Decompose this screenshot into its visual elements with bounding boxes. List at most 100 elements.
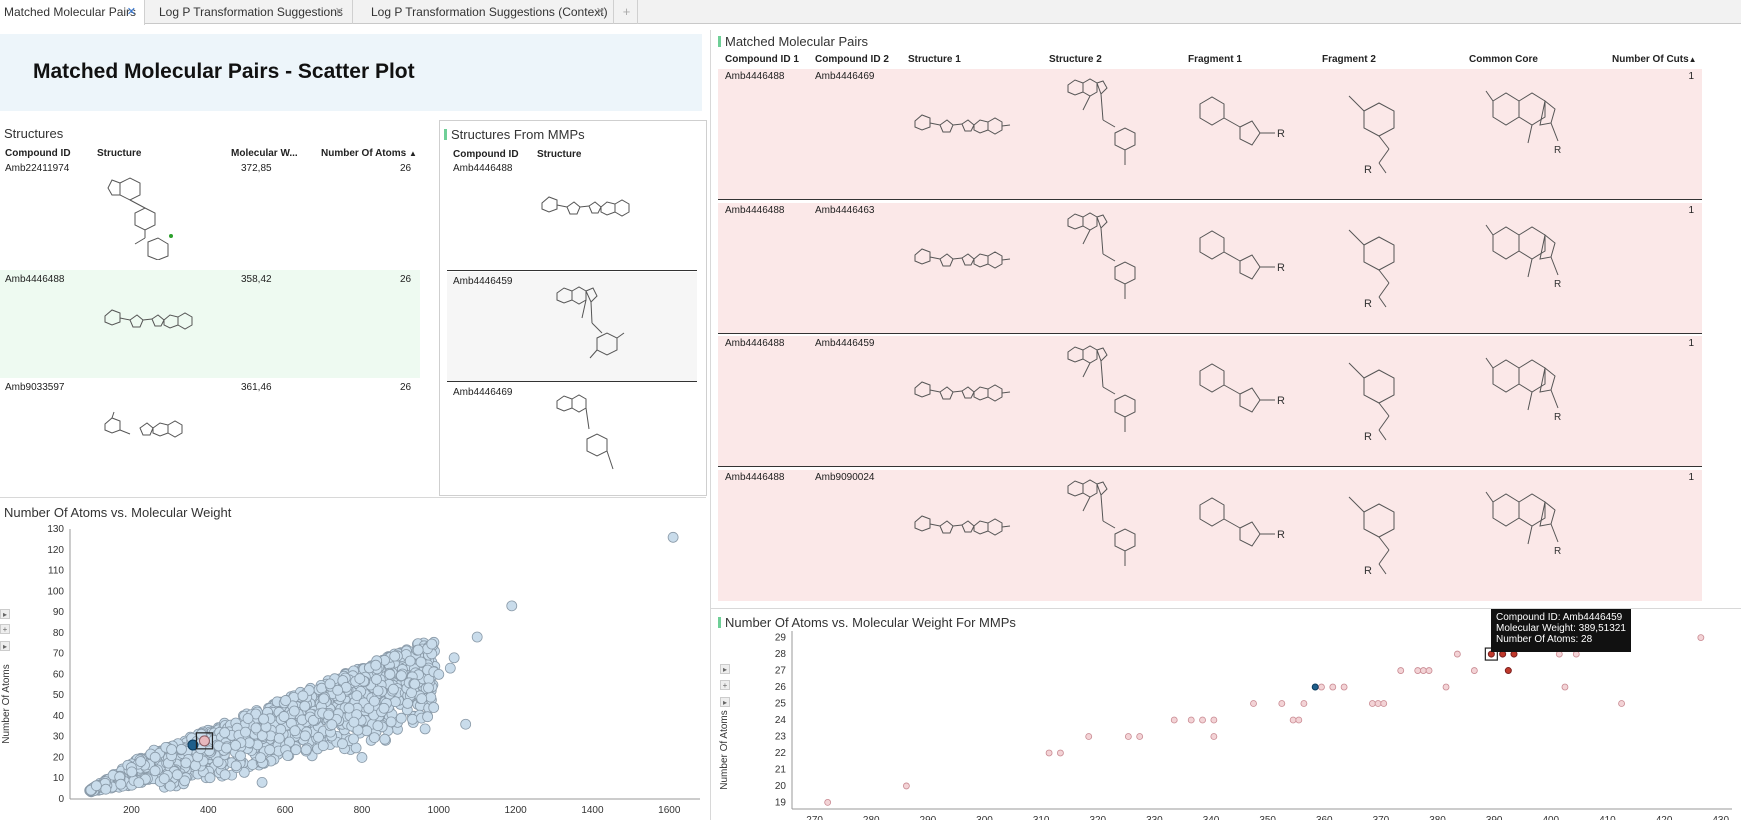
col-compound-id-1[interactable]: Compound ID 1 xyxy=(725,54,799,65)
data-point[interactable] xyxy=(506,600,518,612)
data-point[interactable] xyxy=(288,705,300,717)
tab-logp-transformation-context[interactable]: Log P Transformation Suggestions (Contex… xyxy=(367,0,614,24)
data-point[interactable] xyxy=(230,739,242,751)
data-point[interactable] xyxy=(1199,716,1206,724)
data-point[interactable] xyxy=(426,638,438,650)
data-point[interactable] xyxy=(289,725,301,737)
data-point[interactable] xyxy=(423,682,434,694)
data-point[interactable] xyxy=(247,759,258,771)
col-structure[interactable]: Structure xyxy=(537,149,581,160)
table-row[interactable]: Amb22411974 372,85 26 xyxy=(0,163,420,268)
data-point[interactable] xyxy=(176,743,187,755)
data-point[interactable] xyxy=(425,691,437,703)
zoom-in-icon[interactable]: + xyxy=(0,624,10,634)
data-point[interactable] xyxy=(372,685,384,697)
data-point[interactable] xyxy=(444,662,456,674)
data-point[interactable] xyxy=(297,690,309,702)
scatter-plot-1[interactable]: 0 10 20 30 40 50 60 70 80 90 100 110 120 130 200 400 600… xyxy=(0,519,706,820)
data-point[interactable] xyxy=(149,751,161,763)
data-point[interactable] xyxy=(100,783,112,795)
data-point[interactable] xyxy=(1329,683,1337,691)
data-point[interactable] xyxy=(317,740,329,752)
data-point[interactable] xyxy=(348,716,360,728)
data-point[interactable] xyxy=(219,769,231,781)
data-point[interactable] xyxy=(395,670,407,682)
data-point[interactable] xyxy=(433,668,445,680)
col-number-of-atoms[interactable]: Number Of Atoms ▲ xyxy=(321,148,417,159)
data-point[interactable] xyxy=(415,656,427,668)
data-point[interactable] xyxy=(902,782,910,790)
data-point[interactable] xyxy=(412,644,424,656)
data-point[interactable] xyxy=(280,695,292,706)
data-point[interactable] xyxy=(1561,683,1569,691)
data-point[interactable] xyxy=(385,716,397,728)
col-fragment-1[interactable]: Fragment 1 xyxy=(1188,54,1242,65)
data-point[interactable] xyxy=(1295,716,1303,724)
data-point[interactable] xyxy=(354,673,366,685)
data-point[interactable] xyxy=(368,695,380,707)
data-point[interactable] xyxy=(324,678,336,690)
zoom-in-icon[interactable]: + xyxy=(720,680,730,690)
data-point[interactable] xyxy=(1318,683,1325,691)
data-point[interactable] xyxy=(180,757,192,769)
data-point[interactable] xyxy=(149,765,161,777)
table-row[interactable]: Amb4446488 xyxy=(447,163,697,271)
data-point[interactable] xyxy=(343,702,355,714)
data-point[interactable] xyxy=(428,702,440,713)
data-point[interactable] xyxy=(1210,716,1218,724)
expand-axis-icon[interactable]: ▸ xyxy=(720,664,730,674)
col-common-core[interactable]: Common Core xyxy=(1469,54,1538,65)
data-point[interactable] xyxy=(1369,700,1376,707)
col-compound-id[interactable]: Compound ID xyxy=(453,149,519,160)
marked-point[interactable] xyxy=(198,735,210,747)
data-point[interactable] xyxy=(256,776,268,788)
data-point[interactable] xyxy=(1397,667,1405,674)
close-icon[interactable]: ✕ xyxy=(127,0,136,24)
data-point[interactable] xyxy=(158,773,170,785)
col-molecular-weight[interactable]: Molecular W... xyxy=(231,148,298,159)
data-point[interactable] xyxy=(1380,700,1388,707)
data-point[interactable] xyxy=(404,655,416,667)
col-structure-2[interactable]: Structure 2 xyxy=(1049,54,1102,65)
expand-axis-icon[interactable]: ▸ xyxy=(0,641,10,651)
data-point[interactable] xyxy=(1136,733,1144,740)
data-point[interactable] xyxy=(350,742,362,754)
data-point[interactable] xyxy=(264,744,276,756)
data-point[interactable] xyxy=(273,732,285,744)
highlighted-point[interactable] xyxy=(1311,683,1319,691)
data-point[interactable] xyxy=(1300,700,1308,707)
data-point[interactable] xyxy=(371,673,382,685)
data-point[interactable] xyxy=(409,678,421,690)
data-point[interactable] xyxy=(240,726,251,738)
data-point[interactable] xyxy=(1045,749,1053,757)
data-point[interactable] xyxy=(235,750,246,762)
tab-logp-transformation[interactable]: Log P Transformation Suggestions ✕ xyxy=(155,0,353,24)
data-point[interactable] xyxy=(824,799,832,806)
data-point[interactable] xyxy=(299,730,311,742)
table-row[interactable]: Amb4446488 Amb4446463 1 R R R xyxy=(718,203,1702,334)
data-point[interactable] xyxy=(402,697,414,709)
data-point[interactable] xyxy=(133,777,145,789)
table-row[interactable]: Amb4446488 Amb4446469 1 R R R xyxy=(718,69,1702,200)
data-point[interactable] xyxy=(667,531,679,543)
data-point[interactable] xyxy=(384,668,396,680)
data-point[interactable] xyxy=(1414,667,1422,674)
col-compound-id-2[interactable]: Compound ID 2 xyxy=(815,54,889,65)
table-row[interactable]: Amb4446488 Amb9090024 1 R R R xyxy=(718,470,1702,601)
expand-axis-icon[interactable]: ▸ xyxy=(0,609,10,619)
data-point[interactable] xyxy=(230,760,242,772)
expand-axis-icon[interactable]: ▸ xyxy=(720,697,730,707)
data-point[interactable] xyxy=(1085,733,1093,740)
data-point[interactable] xyxy=(370,659,382,671)
data-point[interactable] xyxy=(166,744,178,755)
data-point[interactable] xyxy=(395,712,407,724)
table-row[interactable]: Amb4446488 Amb4446459 1 R R R xyxy=(718,336,1702,467)
data-point[interactable] xyxy=(1289,716,1297,724)
table-row-selected[interactable]: Amb4446488 358,42 26 xyxy=(0,270,420,378)
col-structure-1[interactable]: Structure 1 xyxy=(908,54,961,65)
col-number-of-cuts[interactable]: Number Of Cuts▲ xyxy=(1612,54,1697,65)
marked-point[interactable] xyxy=(1504,667,1512,675)
data-point[interactable] xyxy=(1187,716,1195,724)
data-point[interactable] xyxy=(1453,650,1461,658)
data-point[interactable] xyxy=(126,766,138,778)
